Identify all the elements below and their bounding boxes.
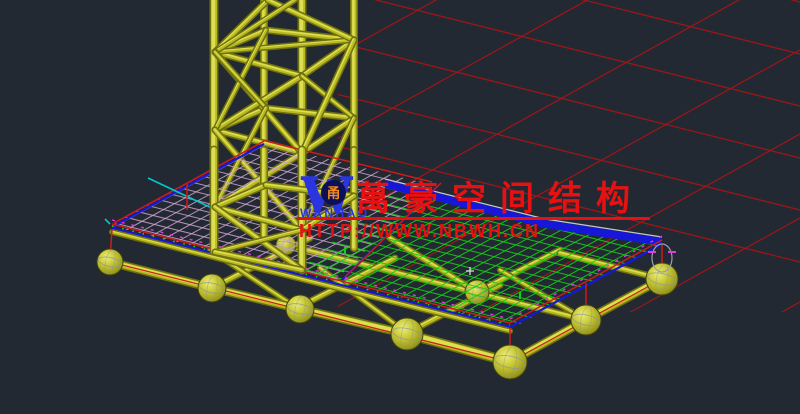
watermark-url: HTTP://WWW.NBWH.CN <box>299 222 540 240</box>
watermark-logo-badge: 甬 <box>321 180 346 205</box>
watermark-underline <box>298 217 650 220</box>
cad-model-viewport[interactable]: W 甬 WANHAO 萬豪空间结构 HTTP://WWW.NBWH.CN <box>0 0 800 414</box>
reference-grid <box>0 0 800 330</box>
watermark-title: 萬豪空间结构 <box>356 182 644 216</box>
